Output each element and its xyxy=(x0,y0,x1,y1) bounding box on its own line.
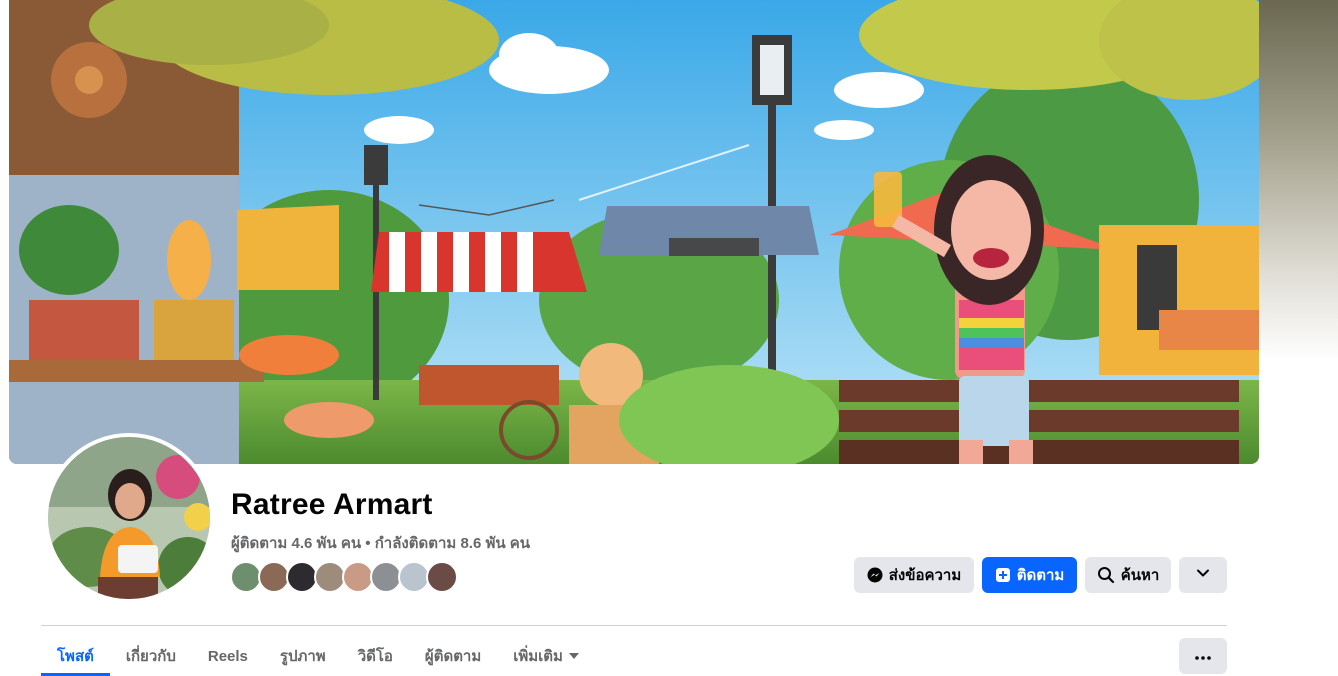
tab-posts[interactable]: โพสต์ xyxy=(41,637,110,676)
tab-more[interactable]: เพิ่มเติม xyxy=(497,637,595,675)
tab-about[interactable]: เกี่ยวกับ xyxy=(110,637,192,675)
friend-avatars xyxy=(230,561,458,593)
profile-tabs: โพสต์ เกี่ยวกับ Reels รูปภาพ วิดีโอ ผู้ต… xyxy=(41,637,595,676)
message-button-label: ส่งข้อความ xyxy=(888,567,962,584)
follow-button-label: ติดตาม xyxy=(1016,567,1065,584)
messenger-icon xyxy=(867,567,883,583)
search-button-label: ค้นหา xyxy=(1120,567,1160,584)
profile-stats: ผู้ติดตาม 4.6 พัน คน • กำลังติดตาม 8.6 พ… xyxy=(231,531,530,555)
followers-count-link[interactable]: ผู้ติดตาม 4.6 พัน คน xyxy=(231,535,361,552)
caret-down-icon xyxy=(568,652,579,660)
cover-photo[interactable] xyxy=(9,0,1259,464)
page-edge-gradient xyxy=(1259,0,1338,360)
search-icon xyxy=(1097,566,1115,584)
friend-avatar[interactable] xyxy=(426,561,458,593)
tab-more-label: เพิ่มเติม xyxy=(513,648,563,665)
following-count-link[interactable]: กำลังติดตาม 8.6 พัน คน xyxy=(375,535,530,552)
tab-followers[interactable]: ผู้ติดตาม xyxy=(409,637,497,675)
tab-reels[interactable]: Reels xyxy=(192,637,264,675)
chevron-down-icon xyxy=(1196,566,1210,584)
profile-name: Ratree Armart xyxy=(231,488,433,521)
follow-plus-icon xyxy=(995,567,1011,583)
stats-separator: • xyxy=(365,535,371,552)
message-button[interactable]: ส่งข้อความ xyxy=(854,557,974,593)
profile-divider xyxy=(41,625,1227,626)
tab-videos[interactable]: วิดีโอ xyxy=(342,637,409,675)
tabs-overflow-button[interactable] xyxy=(1179,638,1227,674)
profile-avatar[interactable] xyxy=(44,433,214,603)
tab-photos[interactable]: รูปภาพ xyxy=(264,637,342,675)
search-button[interactable]: ค้นหา xyxy=(1085,557,1171,593)
ellipsis-icon xyxy=(1195,647,1211,665)
follow-button[interactable]: ติดตาม xyxy=(982,557,1077,593)
profile-dropdown-button[interactable] xyxy=(1179,557,1227,593)
